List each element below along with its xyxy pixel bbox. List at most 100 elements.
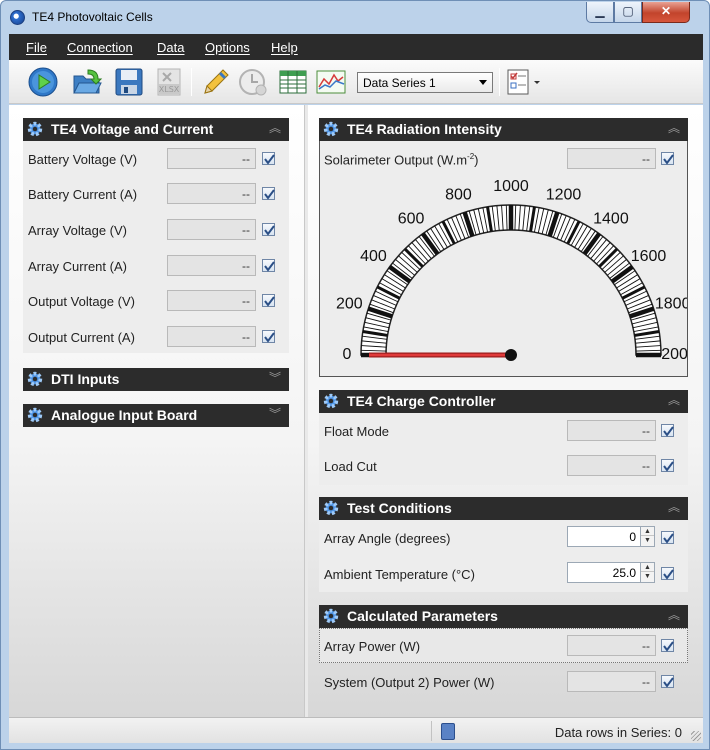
- solarimeter-output-label: Solarimeter Output (W.m-2): [324, 152, 479, 168]
- panel-title: TE4 Voltage and Current: [51, 121, 214, 137]
- resize-grip-icon[interactable]: [691, 731, 701, 741]
- panel-header-dti-inputs[interactable]: DTI Inputs ︾: [23, 368, 289, 391]
- float-mode-checkbox[interactable]: [661, 424, 674, 437]
- output-voltage-value: --: [167, 290, 256, 311]
- save-icon[interactable]: [113, 67, 145, 97]
- radiation-gauge: 0 200 400 600 800 1000 1200 1400 1600 1800 2000: [336, 178, 687, 363]
- gauge-label: 200: [336, 295, 363, 312]
- play-icon[interactable]: [27, 67, 59, 97]
- gauge-label: 2000: [661, 346, 687, 363]
- status-data-rows: Data rows in Series: 0: [554, 725, 682, 740]
- output-current-label: Output Current (A): [28, 330, 135, 345]
- menu-options[interactable]: Options: [205, 40, 250, 55]
- collapse-chevron-icon[interactable]: ︽: [668, 119, 680, 136]
- system-power-checkbox[interactable]: [661, 675, 674, 688]
- gauge-label: 600: [398, 210, 425, 227]
- array-current-checkbox[interactable]: [262, 259, 275, 272]
- battery-voltage-value: --: [167, 148, 256, 169]
- table-icon[interactable]: [277, 67, 309, 97]
- array-voltage-checkbox[interactable]: [262, 223, 275, 236]
- data-series-dropdown[interactable]: Data Series 1: [357, 72, 493, 93]
- collapse-chevron-icon[interactable]: ︽: [269, 119, 281, 136]
- panel-title: Analogue Input Board: [51, 407, 198, 423]
- gauge-label: 1200: [546, 186, 582, 203]
- ambient-temperature-input[interactable]: 25.0: [567, 562, 641, 583]
- panel-header-charge-controller[interactable]: TE4 Charge Controller ︽: [319, 390, 688, 413]
- expand-chevron-icon[interactable]: ︾: [269, 405, 281, 422]
- spin-down-icon[interactable]: ▼: [641, 572, 654, 581]
- panel-header-analogue-input-board[interactable]: Analogue Input Board ︾: [23, 404, 289, 427]
- battery-voltage-label: Battery Voltage (V): [28, 152, 138, 167]
- maximize-button[interactable]: ▢: [614, 2, 642, 23]
- panel-header-voltage-current[interactable]: TE4 Voltage and Current ︽: [23, 118, 289, 141]
- ambient-temperature-checkbox[interactable]: [661, 567, 674, 580]
- app-icon[interactable]: [10, 10, 25, 25]
- array-angle-input[interactable]: 0: [567, 526, 641, 547]
- panel-title: Test Conditions: [347, 500, 452, 516]
- collapse-chevron-icon[interactable]: ︽: [668, 606, 680, 623]
- minimize-button[interactable]: ▁: [586, 2, 614, 23]
- array-voltage-label: Array Voltage (V): [28, 223, 127, 238]
- menu-help[interactable]: Help: [271, 40, 298, 55]
- title-bar[interactable]: TE4 Photovoltaic Cells ▁ ▢ ✕: [1, 1, 709, 33]
- collapse-chevron-icon[interactable]: ︽: [668, 498, 680, 515]
- panel-splitter[interactable]: [304, 105, 308, 717]
- gauge-label: 0: [343, 346, 352, 363]
- expand-chevron-icon[interactable]: ︾: [269, 369, 281, 386]
- menu-connection[interactable]: Connection: [67, 40, 133, 55]
- checklist-icon[interactable]: [505, 67, 540, 97]
- gear-icon: [323, 608, 339, 624]
- spin-down-icon[interactable]: ▼: [641, 536, 654, 545]
- gear-icon: [323, 500, 339, 516]
- solarimeter-output-value: --: [567, 148, 656, 169]
- data-series-value: Data Series 1: [363, 76, 436, 90]
- menu-data[interactable]: Data: [157, 40, 184, 55]
- toolbar-separator: [191, 68, 192, 96]
- gauge-label: 1400: [593, 210, 629, 227]
- status-bar: Data rows in Series: 0: [9, 717, 703, 743]
- gear-icon: [27, 121, 43, 137]
- array-current-value: --: [167, 255, 256, 276]
- array-power-value: --: [567, 635, 656, 656]
- client-area: TE4 Voltage and Current ︽ Battery Voltag…: [9, 105, 703, 717]
- open-folder-icon[interactable]: [71, 67, 103, 97]
- clock-icon: [237, 67, 269, 97]
- solarimeter-output-checkbox[interactable]: [661, 152, 674, 165]
- load-cut-checkbox[interactable]: [661, 459, 674, 472]
- spin-up-icon[interactable]: ▲: [641, 563, 654, 572]
- array-angle-checkbox[interactable]: [661, 531, 674, 544]
- panel-header-calculated-parameters[interactable]: Calculated Parameters ︽: [319, 605, 688, 628]
- pencil-icon[interactable]: [199, 67, 231, 97]
- chart-icon[interactable]: [315, 67, 347, 97]
- toolbar: XLSX Data Series 1: [9, 60, 703, 104]
- system-power-label: System (Output 2) Power (W): [324, 675, 495, 690]
- array-voltage-value: --: [167, 219, 256, 240]
- battery-current-checkbox[interactable]: [262, 187, 275, 200]
- collapse-chevron-icon[interactable]: ︽: [668, 391, 680, 408]
- gauge-label: 1000: [493, 178, 529, 195]
- load-cut-value: --: [567, 455, 656, 476]
- ambient-temperature-spinner[interactable]: ▲ ▼: [640, 562, 655, 583]
- toolbar-separator: [499, 68, 500, 96]
- output-current-checkbox[interactable]: [262, 330, 275, 343]
- export-xlsx-icon: XLSX: [153, 67, 185, 97]
- output-voltage-label: Output Voltage (V): [28, 294, 135, 309]
- system-power-value: --: [567, 671, 656, 692]
- close-button[interactable]: ✕: [642, 2, 690, 23]
- menu-file[interactable]: File: [26, 40, 47, 55]
- gear-icon: [323, 121, 339, 137]
- float-mode-label: Float Mode: [324, 424, 390, 439]
- output-voltage-checkbox[interactable]: [262, 294, 275, 307]
- panel-title: DTI Inputs: [51, 371, 120, 387]
- spin-up-icon[interactable]: ▲: [641, 527, 654, 536]
- battery-voltage-checkbox[interactable]: [262, 152, 275, 165]
- menu-bar: File Connection Data Options Help: [9, 34, 703, 60]
- gear-icon: [27, 407, 43, 423]
- panel-title: TE4 Charge Controller: [347, 393, 496, 409]
- panel-title: Calculated Parameters: [347, 608, 498, 624]
- array-power-checkbox[interactable]: [661, 639, 674, 652]
- main-window: TE4 Photovoltaic Cells ▁ ▢ ✕ File Connec…: [0, 0, 710, 750]
- panel-header-radiation-intensity[interactable]: TE4 Radiation Intensity ︽: [319, 118, 688, 141]
- panel-header-test-conditions[interactable]: Test Conditions ︽: [319, 497, 688, 520]
- array-angle-spinner[interactable]: ▲ ▼: [640, 526, 655, 547]
